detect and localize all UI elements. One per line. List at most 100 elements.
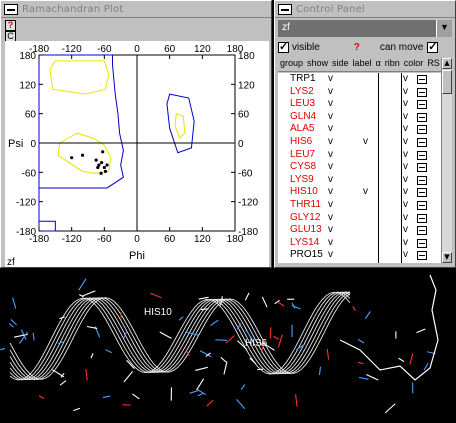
data-point <box>94 158 98 162</box>
ctrl-titlebar[interactable]: Control Panel <box>275 1 455 18</box>
show-flag[interactable]: v <box>328 186 333 197</box>
atom-bond <box>150 292 162 299</box>
ribbon-flag[interactable]: v <box>403 136 408 147</box>
show-flag[interactable]: v <box>328 149 333 160</box>
scroll-down-icon[interactable]: ▼ <box>442 252 452 263</box>
color-swatch-button[interactable] <box>417 125 427 135</box>
col-rs[interactable]: RS <box>425 58 441 71</box>
ribbon-flag[interactable]: v <box>403 174 408 185</box>
label-flag[interactable]: v <box>363 186 368 197</box>
atom-bond <box>123 370 134 383</box>
atom-bond <box>215 339 228 341</box>
show-flag[interactable]: v <box>328 237 333 248</box>
show-flag[interactable]: v <box>328 174 333 185</box>
color-swatch-button[interactable] <box>417 150 427 160</box>
ribbon-flag[interactable]: v <box>403 249 408 260</box>
residue-row[interactable]: HIS6 v v v <box>278 136 441 149</box>
color-swatch-button[interactable] <box>417 87 427 97</box>
color-swatch-button[interactable] <box>417 213 427 223</box>
data-point <box>70 156 74 160</box>
x-tick-label: 0 <box>134 44 140 55</box>
col-side[interactable]: side <box>330 58 351 71</box>
ribbon-flag[interactable]: v <box>403 237 408 248</box>
color-swatch-button[interactable] <box>417 75 427 84</box>
ribbon-flag[interactable]: v <box>403 212 408 223</box>
residue-row[interactable]: ALA5 v v <box>278 123 441 136</box>
atom-bond <box>85 368 88 381</box>
show-flag[interactable]: v <box>328 224 333 235</box>
ribbon-flag[interactable]: v <box>403 224 408 235</box>
ctrl-help-button[interactable]: ? <box>354 42 360 53</box>
show-flag[interactable]: v <box>328 86 333 97</box>
ribbon-flag[interactable]: v <box>403 186 408 197</box>
ribbon-flag[interactable]: v <box>403 123 408 134</box>
show-flag[interactable]: v <box>328 136 333 147</box>
rama-titlebar[interactable]: Ramachandran Plot <box>1 1 271 18</box>
show-flag[interactable]: v <box>328 73 333 84</box>
ribbon-flag[interactable]: v <box>403 161 408 172</box>
residue-row[interactable]: TRP1 v v <box>278 73 441 86</box>
col-label[interactable]: label <box>351 58 374 71</box>
ribbon-flag[interactable]: v <box>403 73 408 84</box>
helix-ribbon-strand <box>9 291 351 380</box>
ribbon-flag[interactable]: v <box>403 149 408 160</box>
color-swatch-button[interactable] <box>417 138 427 147</box>
molecule-3d-view[interactable]: HIS10 HIS6 <box>0 270 456 423</box>
scroll-thumb[interactable] <box>442 70 452 94</box>
rama-help-button[interactable]: ? <box>5 20 16 31</box>
residue-row[interactable]: LYS14 v v <box>278 237 441 250</box>
residue-row[interactable]: GLY12 v v <box>278 212 441 225</box>
color-swatch-button[interactable] <box>417 175 427 185</box>
scroll-up-icon[interactable]: ▲ <box>442 58 452 69</box>
residue-scrollbar[interactable]: ▲ ▼ <box>441 58 452 263</box>
residue-row[interactable]: LEU7 v v <box>278 149 441 162</box>
atom-bond <box>197 393 204 397</box>
atom-bond <box>244 292 250 301</box>
col-show[interactable]: show <box>305 58 330 71</box>
residue-row[interactable]: LEU3 v v <box>278 98 441 111</box>
visible-checkbox[interactable] <box>278 40 289 53</box>
residue-row[interactable]: GLU13 v v <box>278 224 441 237</box>
residue-row[interactable]: THR11 v v <box>278 199 441 212</box>
residue-row[interactable]: CYS8 v v <box>278 161 441 174</box>
residue-row[interactable]: HIS10 v v v <box>278 186 441 199</box>
color-swatch-button[interactable] <box>417 163 427 173</box>
y-tick-label: 0 <box>30 139 36 150</box>
window-menu-icon[interactable] <box>4 3 18 15</box>
col-color[interactable]: color <box>402 58 426 71</box>
color-swatch-button[interactable] <box>417 100 427 110</box>
molecule-select[interactable]: zf <box>278 20 452 37</box>
col-alpha[interactable]: α <box>374 58 383 71</box>
residue-row[interactable]: LYS2 v v <box>278 86 441 99</box>
residue-row[interactable]: LYS9 v v <box>278 174 441 187</box>
show-flag[interactable]: v <box>328 199 333 210</box>
color-swatch-button[interactable] <box>417 238 427 248</box>
color-swatch-button[interactable] <box>417 251 427 261</box>
show-flag[interactable]: v <box>328 111 333 122</box>
window-menu-icon[interactable] <box>278 3 292 15</box>
atom-bond <box>59 380 67 386</box>
show-flag[interactable]: v <box>328 98 333 109</box>
residue-row[interactable]: PRO15 v v <box>278 249 441 262</box>
show-flag[interactable]: v <box>328 249 333 260</box>
ribbon-flag[interactable]: v <box>403 98 408 109</box>
col-group[interactable]: group <box>278 58 305 71</box>
color-swatch-button[interactable] <box>417 201 427 210</box>
residue-row[interactable]: GLN4 v v <box>278 111 441 124</box>
show-flag[interactable]: v <box>328 123 333 134</box>
show-flag[interactable]: v <box>328 161 333 172</box>
color-swatch-button[interactable] <box>417 226 427 236</box>
can-move-checkbox[interactable] <box>427 40 439 53</box>
ctrl-options-row: visible ? can move <box>278 40 452 54</box>
chevron-down-icon[interactable] <box>436 20 452 37</box>
col-ribn[interactable]: ribn <box>383 58 402 71</box>
ribbon-flag[interactable]: v <box>403 111 408 122</box>
color-swatch-button[interactable] <box>417 112 427 122</box>
y-tick-label: -180 <box>238 227 258 238</box>
helix-ribbon-strand <box>9 291 351 381</box>
label-flag[interactable]: v <box>363 136 368 147</box>
ribbon-flag[interactable]: v <box>403 199 408 210</box>
show-flag[interactable]: v <box>328 212 333 223</box>
ribbon-flag[interactable]: v <box>403 86 408 97</box>
color-swatch-button[interactable] <box>417 188 427 198</box>
